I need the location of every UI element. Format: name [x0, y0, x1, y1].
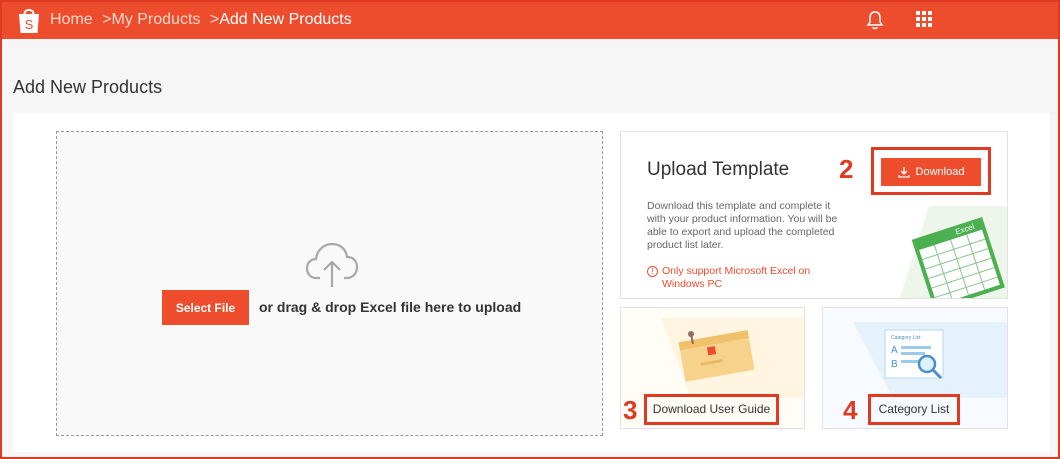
- app-frame: S Home >My Products >Add New Products Ad…: [0, 0, 1060, 459]
- drop-instructions: or drag & drop Excel file here to upload: [259, 299, 522, 315]
- template-title: Upload Template: [647, 159, 790, 180]
- page-title: Add New Products: [13, 77, 163, 97]
- svg-text:A: A: [891, 345, 898, 356]
- breadcrumb-separator: >: [102, 11, 112, 28]
- select-file-button[interactable]: Select File: [162, 290, 249, 325]
- breadcrumb: Home >My Products >Add New Products: [50, 10, 352, 30]
- warning-text: Only support Microsoft Excel on Windows …: [662, 265, 811, 290]
- excel-sheet-illustration: Excel: [899, 206, 1007, 298]
- svg-text:S: S: [25, 17, 34, 32]
- cloud-upload-icon: [305, 242, 359, 287]
- annotation-number-4: 4: [843, 395, 858, 425]
- user-guide-illustration: [661, 318, 804, 398]
- download-user-guide-link[interactable]: Download User Guide: [647, 402, 776, 416]
- apps-grid-icon[interactable]: [916, 11, 932, 27]
- file-drop-zone[interactable]: Select File or drag & drop Excel file he…: [56, 131, 603, 436]
- category-list-illustration: Category List A B: [853, 322, 1007, 398]
- shopee-logo-icon[interactable]: S: [16, 5, 42, 35]
- category-list-link[interactable]: Category List: [871, 402, 957, 416]
- template-warning: ! Only support Microsoft Excel on Window…: [647, 265, 822, 291]
- annotation-number-2: 2: [839, 154, 854, 184]
- breadcrumb-my-products[interactable]: My Products: [111, 10, 200, 30]
- annotation-box-download: [871, 147, 991, 195]
- annotation-number-3: 3: [623, 395, 638, 425]
- top-nav-bar: S Home >My Products >Add New Products: [2, 2, 1058, 39]
- svg-text:B: B: [891, 359, 898, 370]
- warning-icon: !: [647, 266, 658, 277]
- template-description: Download this template and complete it w…: [647, 200, 838, 251]
- breadcrumb-separator: >: [209, 11, 220, 28]
- category-art-title: Category List: [891, 335, 921, 341]
- notification-bell-icon[interactable]: [866, 10, 884, 30]
- breadcrumb-current: Add New Products: [219, 11, 352, 28]
- breadcrumb-home[interactable]: Home: [50, 10, 93, 30]
